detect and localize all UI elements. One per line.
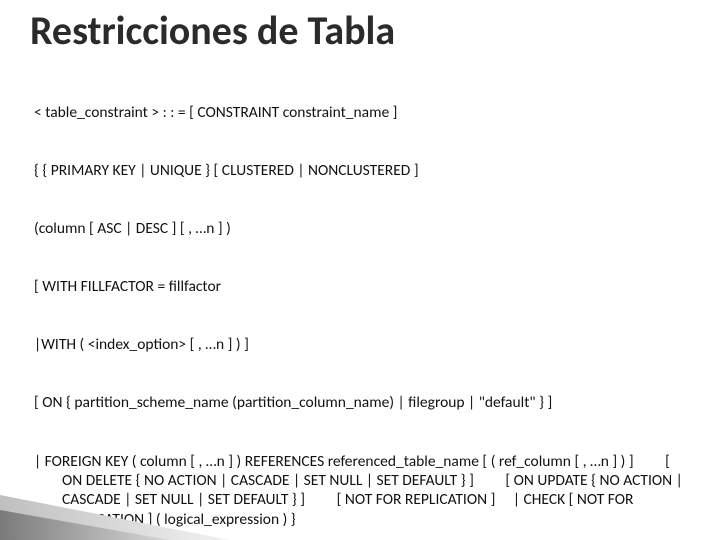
- body-text: < table_constraint > : : = [ CONSTRAINT …: [30, 64, 690, 540]
- syntax-line: < table_constraint > : : = [ CONSTRAINT …: [34, 103, 690, 122]
- slide: Restricciones de Tabla < table_constrain…: [0, 0, 720, 540]
- syntax-line: { { PRIMARY KEY | UNIQUE } [ CLUSTERED |…: [34, 161, 690, 180]
- corner-wedge-decoration: [0, 485, 230, 540]
- syntax-line: (column [ ASC | DESC ] [ , …n ] ): [34, 219, 690, 238]
- syntax-line: [ ON { partition_scheme_name (partition_…: [34, 393, 690, 412]
- syntax-line: [ WITH FILLFACTOR = fillfactor: [34, 277, 690, 296]
- page-title: Restricciones de Tabla: [30, 10, 690, 52]
- syntax-line: |WITH ( <index_option> [ , …n ] ) ]: [34, 335, 690, 354]
